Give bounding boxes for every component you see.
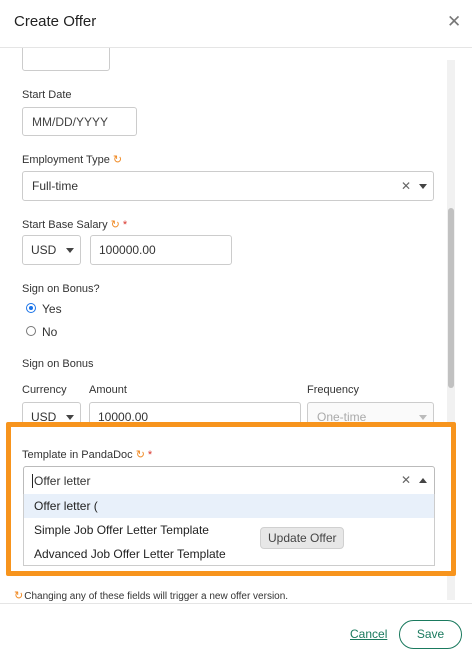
template-option[interactable]: Advanced Job Offer Letter Template (24, 542, 434, 565)
sign-on-bonus-label: Sign on Bonus (22, 358, 94, 370)
radio-yes[interactable] (26, 303, 36, 313)
clear-icon[interactable]: ✕ (401, 473, 411, 487)
salary-currency-select[interactable]: USD (22, 235, 81, 265)
start-date-placeholder: MM/DD/YYYY (32, 115, 109, 129)
start-date-label: Start Date (22, 89, 72, 101)
template-search-input[interactable]: Offer letter ✕ (23, 466, 435, 495)
radio-no[interactable] (26, 326, 36, 336)
template-label: Template in PandaDoc ↻ * (22, 448, 152, 461)
bonus-amount-label: Amount (89, 384, 127, 396)
salary-currency-value: USD (31, 243, 57, 257)
bonus-frequency-label: Frequency (307, 384, 359, 396)
start-base-salary-label: Start Base Salary ↻ * (22, 218, 127, 231)
start-base-salary-label-text: Start Base Salary (22, 219, 108, 231)
previous-field-box[interactable] (22, 48, 110, 71)
employment-type-value: Full-time (32, 179, 79, 193)
template-search-value: Offer letter (32, 474, 91, 488)
start-date-input[interactable]: MM/DD/YYYY (22, 107, 137, 136)
footer-divider (0, 603, 472, 604)
save-button[interactable]: Save (399, 620, 462, 649)
footnote-text: Changing any of these fields will trigge… (24, 591, 289, 602)
chevron-down-icon[interactable] (66, 415, 74, 420)
template-dropdown[interactable]: Offer letter ( Simple Job Offer Letter T… (23, 494, 435, 566)
employment-type-label-text: Employment Type (22, 154, 110, 166)
template-label-text: Template in PandaDoc (22, 449, 133, 461)
salary-amount-input[interactable]: 100000.00 (90, 235, 232, 265)
update-offer-tooltip: Update Offer (260, 527, 345, 549)
template-option[interactable]: Simple Job Offer Letter Template (24, 518, 434, 542)
bonus-currency-label: Currency (22, 384, 67, 396)
sync-icon: ↻ (110, 219, 120, 231)
employment-type-label: Employment Type ↻ (22, 153, 122, 166)
salary-amount-value: 100000.00 (99, 243, 156, 257)
required-asterisk: * (147, 449, 153, 461)
sign-on-bonus-question-label: Sign on Bonus? (22, 283, 100, 295)
template-option[interactable]: Offer letter ( (24, 494, 434, 518)
employment-type-select[interactable]: Full-time ✕ (22, 171, 434, 201)
scrollbar-thumb[interactable] (448, 208, 454, 388)
chevron-up-icon[interactable] (419, 478, 427, 483)
dialog-title: Create Offer (14, 13, 97, 30)
radio-yes-label: Yes (42, 302, 62, 316)
chevron-down-icon[interactable] (419, 184, 427, 189)
footnote: ↻Changing any of these fields will trigg… (14, 589, 288, 602)
chevron-down-icon[interactable] (419, 415, 427, 420)
sync-icon: ↻ (14, 590, 24, 602)
chevron-down-icon[interactable] (66, 248, 74, 253)
clear-icon[interactable]: ✕ (401, 179, 411, 193)
required-asterisk: * (122, 219, 128, 231)
close-icon[interactable]: ✕ (447, 13, 461, 30)
sync-icon: ↻ (112, 154, 123, 166)
sync-icon: ↻ (135, 449, 145, 461)
radio-no-label: No (42, 325, 58, 339)
cancel-button[interactable]: Cancel (350, 627, 387, 641)
